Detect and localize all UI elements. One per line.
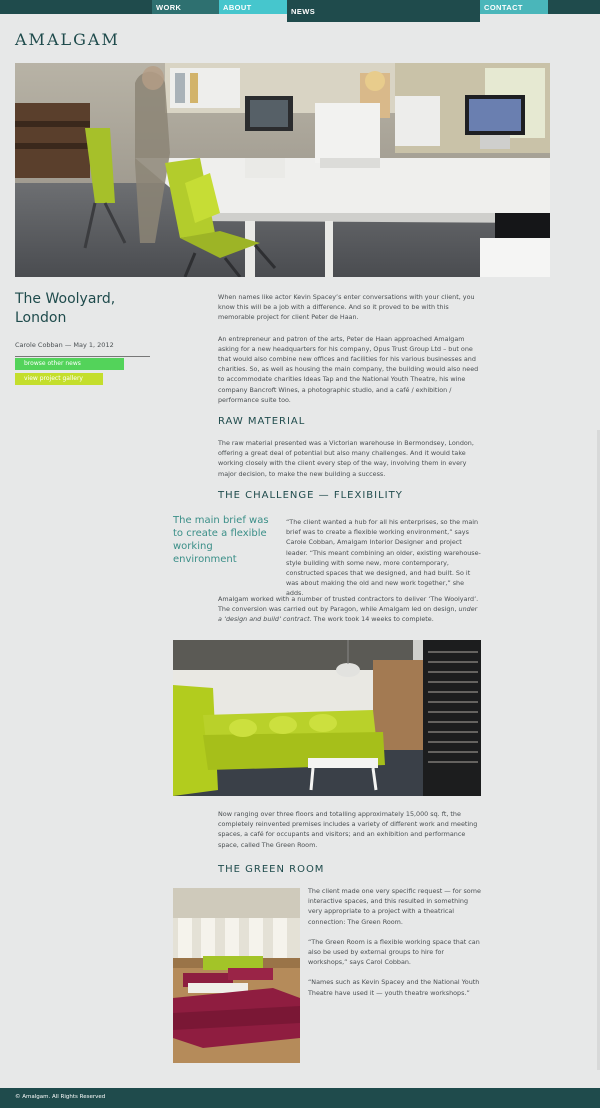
nav-tab-about[interactable]: ABOUT — [219, 0, 287, 14]
paragraph: The raw material presented was a Victori… — [218, 439, 474, 478]
divider — [15, 356, 150, 357]
duration-text: . The work took 14 weeks to complete. — [309, 615, 434, 624]
copyright-text: © Amalgam. All Rights Reserved — [15, 1094, 106, 1100]
page-title: The Woolyard, London — [15, 291, 116, 326]
author-date-byline: Carole Cobban — May 1, 2012 — [15, 341, 114, 349]
pull-quote: The main brief was to create a flexible … — [173, 515, 269, 565]
green-room-quote-paragraph: “The Green Room is a flexible working sp… — [308, 937, 480, 967]
nav-tab-contact[interactable]: CONTACT — [480, 0, 548, 14]
contractor-paragraph: Amalgam worked with a number of trusted … — [218, 594, 481, 625]
green-sofa-lounge-image — [173, 640, 481, 796]
browse-other-news-button[interactable]: browse other news — [15, 358, 124, 370]
section-heading-green-room: THE GREEN ROOM — [218, 864, 325, 875]
section-heading-challenge: THE CHALLENGE — FLEXIBILITY — [218, 489, 403, 501]
view-project-gallery-button[interactable]: view project gallery — [15, 373, 103, 385]
nav-tab-work[interactable]: WORK — [152, 0, 219, 14]
names-quote-paragraph: “Names such as Kevin Spacey and the Nati… — [308, 978, 480, 997]
premises-paragraph: Now ranging over three floors and totall… — [218, 810, 478, 849]
hero-office-image — [15, 63, 550, 277]
intro-paragraph: When names like actor Kevin Spacey’s ent… — [218, 293, 475, 322]
site-logo[interactable]: AMALGAM — [15, 30, 120, 49]
quote-paragraph: “The client wanted a hub for all his ent… — [286, 518, 481, 598]
green-room-image — [173, 888, 300, 1063]
contractor-text: Amalgam worked with a number of trusted … — [218, 595, 479, 614]
green-room-text: The client made one very specific reques… — [308, 886, 481, 998]
project-info-sidebar: The Woolyard, London Carole Cobban — May… — [15, 290, 150, 385]
nav-tab-news[interactable]: NEWS — [287, 0, 480, 22]
footer: © Amalgam. All Rights Reserved — [0, 1088, 600, 1108]
paragraph: An entrepreneur and patron of the arts, … — [218, 334, 479, 404]
section-heading-raw-material: RAW MATERIAL — [218, 416, 306, 428]
request-paragraph: The client made one very specific reques… — [308, 887, 481, 926]
article-body: When names like actor Kevin Spacey’s ent… — [218, 292, 481, 501]
